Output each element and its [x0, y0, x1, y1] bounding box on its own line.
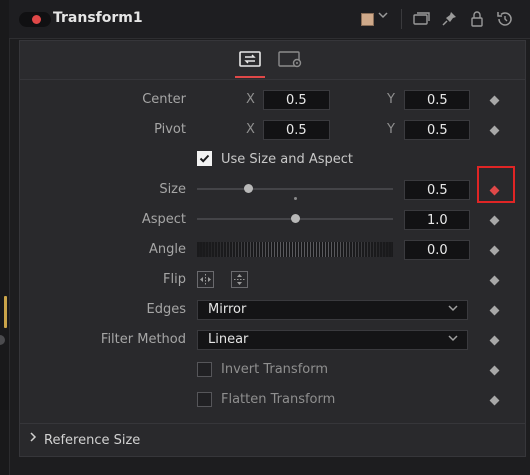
use-size-aspect-label: Use Size and Aspect: [221, 152, 353, 167]
center-keyframe-icon[interactable]: [489, 95, 500, 106]
filter-method-keyframe-icon[interactable]: [489, 335, 500, 346]
angle-input[interactable]: 0.0: [404, 240, 470, 260]
pivot-label: Pivot: [154, 122, 186, 137]
size-slider-track[interactable]: [197, 188, 393, 190]
size-slider-thumb[interactable]: [244, 184, 253, 193]
flip-label: Flip: [163, 272, 186, 287]
reference-size-label: Reference Size: [44, 433, 141, 448]
pin-icon[interactable]: [439, 9, 459, 29]
color-dropdown-chevron-icon[interactable]: [377, 9, 389, 24]
edges-keyframe-icon[interactable]: [489, 305, 500, 316]
center-y-label: Y: [387, 92, 395, 107]
center-y-input[interactable]: 0.5: [404, 90, 470, 110]
node-title: Transform1: [53, 10, 143, 26]
node-enable-toggle[interactable]: [19, 12, 51, 27]
header-separator: [401, 9, 402, 29]
aspect-keyframe-icon[interactable]: [489, 215, 500, 226]
flatten-transform-checkbox[interactable]: [197, 392, 212, 407]
edges-dropdown[interactable]: Mirror: [197, 300, 468, 320]
flatten-transform-label: Flatten Transform: [221, 392, 336, 407]
aspect-label: Aspect: [141, 212, 186, 227]
panel-shadow: [0, 380, 9, 410]
center-label: Center: [142, 92, 186, 107]
size-input[interactable]: 0.5: [404, 180, 470, 200]
reference-size-section[interactable]: Reference Size: [20, 423, 525, 457]
angle-label: Angle: [149, 242, 186, 257]
keyframe-highlight-box: [477, 166, 515, 203]
angle-keyframe-icon[interactable]: [489, 245, 500, 256]
chevron-down-icon: [447, 302, 459, 320]
filter-method-label: Filter Method: [100, 332, 186, 347]
chevron-right-icon[interactable]: [28, 431, 38, 447]
invert-transform-checkbox[interactable]: [197, 362, 212, 377]
inspector-panel: Center X 0.5 Y 0.5 Pivot X 0.5 Y 0.5 Use…: [19, 40, 526, 457]
pivot-y-input[interactable]: 0.5: [404, 120, 470, 140]
left-panel-edge: [0, 0, 10, 475]
aspect-slider-thumb[interactable]: [291, 214, 300, 223]
thumbwheel-fade-left: [197, 242, 277, 257]
center-x-label: X: [246, 92, 255, 107]
flip-horizontal-icon: [200, 274, 211, 285]
aspect-input[interactable]: 1.0: [404, 210, 470, 230]
toggle-dot: [32, 15, 41, 24]
pivot-keyframe-icon[interactable]: [489, 125, 500, 136]
filter-method-value: Linear: [208, 332, 249, 347]
flip-vertical-button[interactable]: [231, 271, 248, 288]
flip-horizontal-button[interactable]: [197, 271, 214, 288]
transform-controls-icon[interactable]: [237, 49, 263, 71]
use-size-aspect-checkbox[interactable]: [197, 151, 212, 166]
edges-label: Edges: [146, 302, 187, 317]
edges-value: Mirror: [208, 302, 247, 317]
lock-icon[interactable]: [467, 9, 487, 29]
thumbwheel-fade-right: [333, 242, 393, 257]
flip-keyframe-icon[interactable]: [489, 275, 500, 286]
reset-icon[interactable]: [495, 9, 515, 29]
center-x-input[interactable]: 0.5: [263, 90, 330, 110]
pivot-x-input[interactable]: 0.5: [263, 120, 330, 140]
inspector-tabs: [20, 41, 525, 80]
node-color-swatch[interactable]: [361, 13, 374, 26]
chevron-down-icon: [447, 332, 459, 350]
inspector-header: Transform1: [9, 0, 530, 39]
size-default-marker: [294, 197, 297, 200]
flip-vertical-icon: [234, 274, 245, 285]
pivot-x-label: X: [246, 122, 255, 137]
angle-thumbwheel[interactable]: [197, 242, 393, 257]
versions-icon[interactable]: [411, 9, 431, 29]
size-label: Size: [159, 182, 186, 197]
invert-transform-label: Invert Transform: [221, 362, 329, 377]
filter-method-dropdown[interactable]: Linear: [197, 330, 468, 350]
selection-accent: [4, 296, 7, 328]
active-tab-indicator: [235, 76, 265, 78]
flatten-transform-keyframe-icon[interactable]: [489, 395, 500, 406]
panel-resize-knob[interactable]: [0, 335, 5, 345]
pivot-y-label: Y: [387, 122, 395, 137]
settings-icon[interactable]: [277, 49, 305, 71]
invert-transform-keyframe-icon[interactable]: [489, 365, 500, 376]
